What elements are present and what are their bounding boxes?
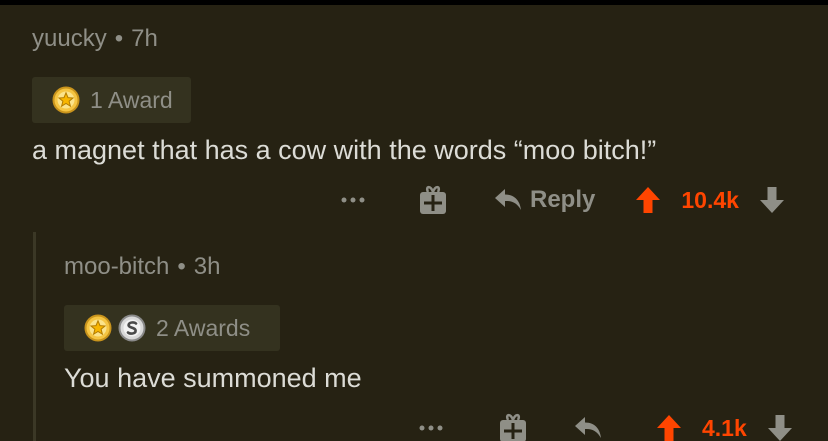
reply-arrow-icon [575, 417, 601, 438]
upvote-button[interactable] [635, 186, 661, 214]
give-award-button[interactable] [498, 412, 528, 441]
vote-score: 4.1k [702, 414, 747, 441]
upvote-arrow-icon [657, 415, 681, 441]
thread-collapse-line[interactable] [33, 232, 36, 441]
reply-label: Reply [530, 186, 596, 213]
reply-button[interactable]: Reply [494, 186, 595, 214]
more-dots-icon [341, 197, 365, 203]
gift-icon [500, 413, 526, 441]
more-options-button[interactable] [418, 423, 444, 433]
awards-chip[interactable]: 2 Awards [64, 305, 280, 351]
meta-separator: • [114, 25, 124, 52]
downvote-button[interactable] [759, 186, 785, 214]
vote-score: 10.4k [681, 186, 739, 213]
awards-label: 1 Award [90, 86, 173, 113]
silver-s-award-icon [118, 314, 146, 342]
upvote-arrow-icon [636, 187, 661, 213]
downvote-button[interactable] [767, 414, 793, 441]
downvote-arrow-icon [767, 415, 792, 441]
awards-label: 2 Awards [156, 314, 251, 341]
comment-meta: moo-bitch • 3h [64, 253, 220, 281]
comment-body: You have summoned me [64, 363, 362, 393]
awards-chip[interactable]: 1 Award [32, 77, 191, 123]
give-award-button[interactable] [418, 184, 448, 216]
gold-star-award-icon [52, 86, 80, 114]
more-options-button[interactable] [340, 195, 366, 205]
top-edge [0, 0, 828, 5]
comment-username[interactable]: yuucky [32, 25, 107, 52]
comment-age: 3h [193, 253, 221, 280]
comment-actions: Reply 10.4k [340, 183, 785, 217]
gift-icon [420, 185, 446, 214]
comment-actions: 4.1k [418, 411, 793, 441]
reply-arrow-icon [495, 189, 521, 210]
reply-button[interactable] [574, 415, 602, 441]
meta-separator: • [177, 253, 186, 280]
more-dots-icon [419, 425, 443, 431]
gold-star-award-icon [84, 314, 112, 342]
comment-age: 7h [131, 25, 158, 52]
comment-body: a magnet that has a cow with the words “… [32, 135, 657, 165]
upvote-button[interactable] [656, 414, 682, 441]
comment-meta: yuucky • 7h [32, 25, 158, 53]
downvote-arrow-icon [759, 187, 784, 213]
comment-username[interactable]: moo-bitch [64, 253, 169, 280]
